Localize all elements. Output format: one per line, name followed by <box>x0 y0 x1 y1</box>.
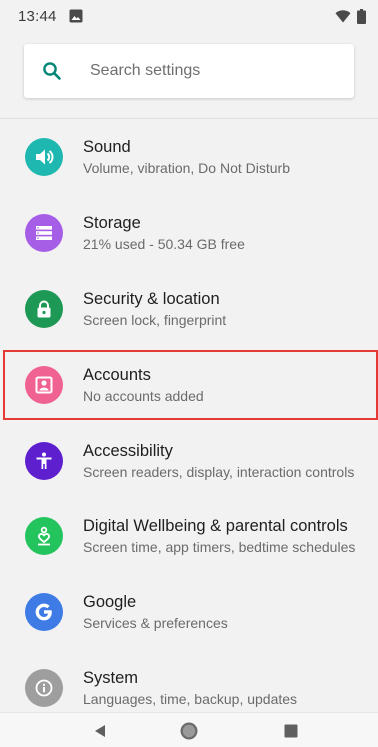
navigation-bar <box>0 712 378 747</box>
back-triangle-icon <box>95 725 105 737</box>
settings-item-storage[interactable]: Storage 21% used - 50.34 GB free <box>0 195 378 271</box>
search-icon <box>43 62 61 80</box>
settings-item-security[interactable]: Security & location Screen lock, fingerp… <box>0 271 378 347</box>
status-right <box>335 8 366 24</box>
item-title: Storage <box>83 213 141 232</box>
settings-item-accounts[interactable]: Accounts No accounts added <box>0 347 378 423</box>
item-title: Security & location <box>83 289 220 308</box>
info-icon <box>25 669 63 708</box>
item-title: Sound <box>83 137 131 156</box>
item-title: Accessibility <box>83 441 173 460</box>
item-title: Google <box>83 593 137 612</box>
recents-button[interactable] <box>281 721 301 741</box>
item-title: System <box>83 669 139 688</box>
item-title: Accounts <box>83 365 151 384</box>
status-time: 13:44 <box>18 7 57 25</box>
item-subtitle: Screen time, app timers, bedtime schedul… <box>83 539 356 556</box>
item-subtitle: Screen lock, fingerprint <box>83 311 227 328</box>
search-bar[interactable]: Search settings <box>24 44 354 98</box>
home-circle-icon <box>180 722 198 740</box>
wellbeing-icon <box>25 517 63 556</box>
accessibility-icon <box>25 441 63 480</box>
home-button[interactable] <box>179 721 199 741</box>
item-title: Digital Wellbeing & parental controls <box>83 517 348 536</box>
item-subtitle: Services & preferences <box>83 615 228 632</box>
battery-icon <box>357 8 366 24</box>
status-bar: 13:44 <box>0 0 378 32</box>
recents-square-icon <box>284 724 298 738</box>
volume-icon <box>25 137 63 176</box>
back-button[interactable] <box>90 721 110 741</box>
search-placeholder: Search settings <box>90 62 201 79</box>
settings-item-digital-wellbeing[interactable]: Digital Wellbeing & parental controls Sc… <box>0 498 378 574</box>
image-notification-icon <box>69 9 83 23</box>
item-subtitle: Volume, vibration, Do Not Disturb <box>83 159 290 176</box>
item-subtitle: Screen readers, display, interaction con… <box>83 463 355 480</box>
wifi-icon <box>335 9 351 22</box>
settings-item-google[interactable]: Google Services & preferences <box>0 574 378 650</box>
settings-item-sound[interactable]: Sound Volume, vibration, Do Not Disturb <box>0 119 378 195</box>
settings-list: Sound Volume, vibration, Do Not Disturb … <box>0 119 378 726</box>
item-subtitle: 21% used - 50.34 GB free <box>83 235 245 252</box>
account-box-icon <box>25 365 63 404</box>
item-subtitle: Languages, time, backup, updates <box>83 691 298 708</box>
item-subtitle: No accounts added <box>83 387 204 404</box>
storage-icon <box>25 213 63 252</box>
settings-screen: 13:44 Search settings Sound Volume, vibr… <box>0 0 378 747</box>
google-icon <box>25 593 63 632</box>
settings-item-accessibility[interactable]: Accessibility Screen readers, display, i… <box>0 423 378 499</box>
lock-icon <box>25 289 63 328</box>
